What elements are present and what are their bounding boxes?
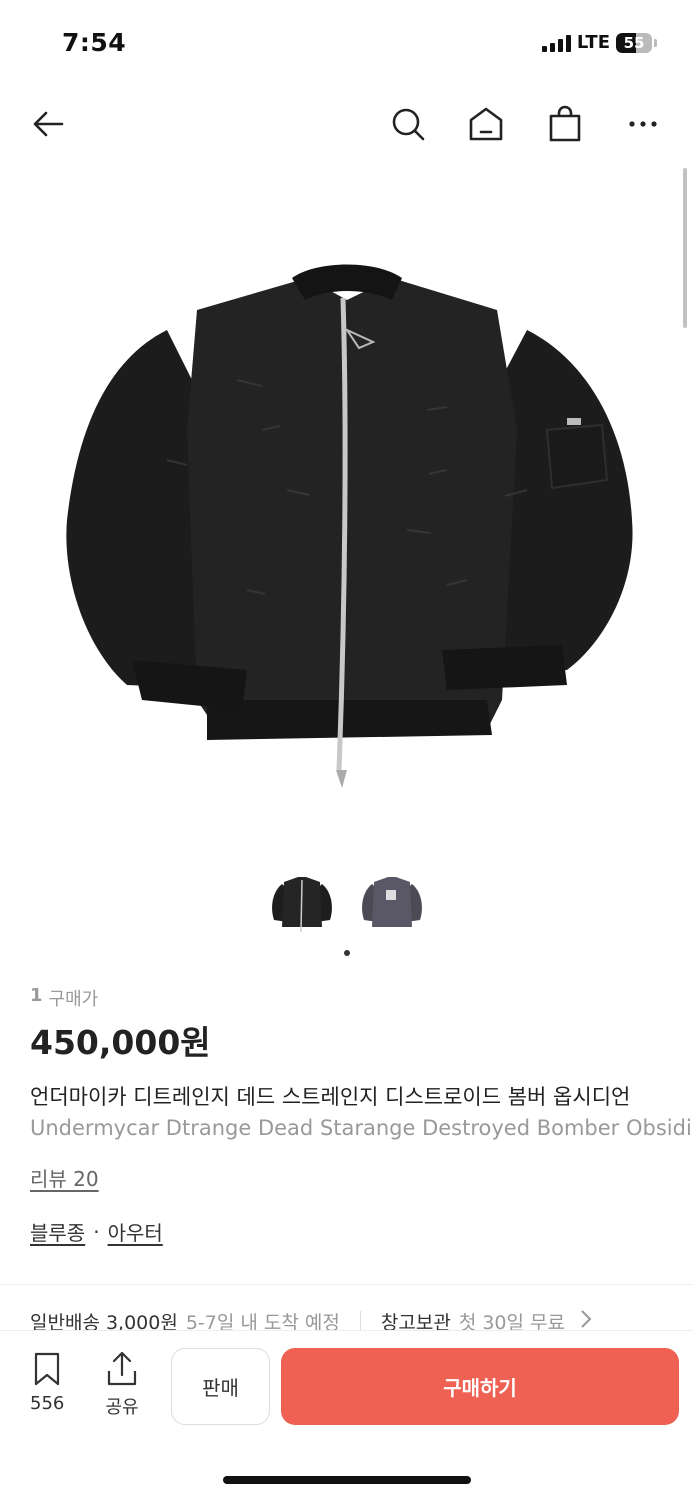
purchase-count-number: 1 [30, 985, 43, 1006]
category-link-outer[interactable]: 아우터 [108, 1217, 163, 1246]
purchase-count: 1 구매가 [30, 985, 98, 1011]
bookmark-button[interactable]: 556 [30, 1351, 64, 1414]
review-link[interactable]: 리뷰 20 [30, 1163, 99, 1192]
sell-button[interactable]: 판매 [171, 1348, 270, 1425]
category-link-blouson[interactable]: 블루종 [30, 1217, 85, 1246]
status-bar: 7:54 LTE 55 [0, 0, 693, 88]
product-image-carousel[interactable] [0, 160, 693, 860]
cellular-signal-icon [541, 34, 571, 52]
shopping-bag-icon[interactable] [545, 104, 585, 144]
status-time: 7:54 [62, 28, 127, 57]
share-button[interactable]: 공유 [104, 1351, 140, 1419]
battery-icon: 55 [616, 32, 657, 53]
product-title-english: Undermycar Dtrange Dead Starange Destroy… [30, 1116, 693, 1140]
home-icon[interactable] [466, 104, 506, 144]
product-image-jacket [65, 264, 633, 788]
thumbnail-2[interactable] [358, 872, 426, 936]
pager-dot-active [343, 950, 350, 956]
back-icon[interactable] [28, 104, 68, 144]
buy-button[interactable]: 구매하기 [281, 1348, 679, 1425]
category-breadcrumb: 블루종 · 아우터 [30, 1217, 163, 1246]
carousel-pager [0, 950, 693, 956]
thumbnail-1[interactable] [268, 872, 336, 936]
status-indicators: LTE 55 [541, 32, 657, 53]
more-horizontal-icon[interactable] [623, 104, 663, 144]
section-divider [0, 1284, 693, 1285]
network-type: LTE [576, 32, 610, 53]
purchase-count-label: 구매가 [48, 989, 99, 1010]
home-indicator [223, 1476, 471, 1484]
bookmark-count: 556 [30, 1393, 65, 1414]
top-nav-bar [0, 88, 693, 160]
product-price: 450,000원 [30, 1023, 211, 1062]
bookmark-icon [35, 1352, 60, 1386]
share-icon [107, 1351, 137, 1386]
share-label: 공유 [105, 1397, 139, 1418]
category-separator: · [93, 1219, 100, 1244]
product-title-korean: 언더마이카 디트레인지 데드 스트레인지 디스트로이드 봄버 옵시디언 [30, 1085, 631, 1109]
battery-percent: 55 [623, 33, 645, 52]
image-thumbnails [0, 872, 693, 936]
bottom-action-bar: 556 공유 판매 구매하기 [0, 1330, 693, 1500]
search-icon[interactable] [388, 104, 428, 144]
